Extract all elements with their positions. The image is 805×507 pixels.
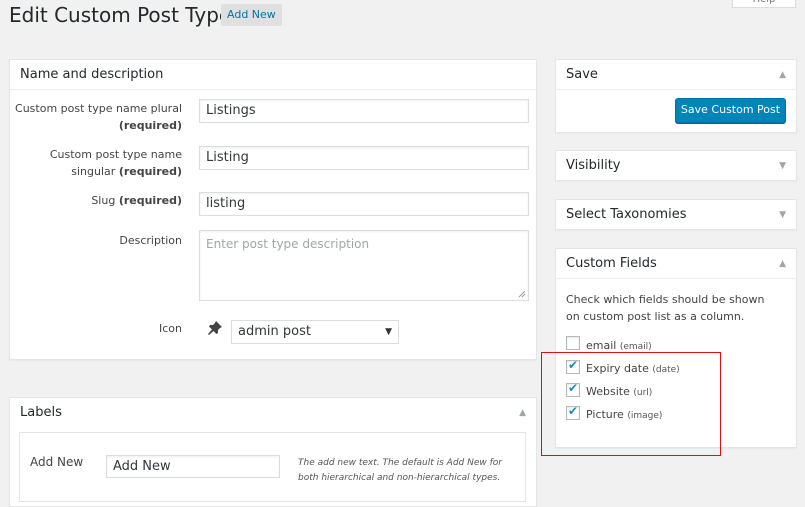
description-placeholder: Enter post type description <box>206 237 370 251</box>
slug-label: Slug (required) <box>91 194 182 207</box>
description-textarea[interactable]: Enter post type description <box>199 230 529 301</box>
icon-select[interactable]: admin post ▼ <box>231 320 399 344</box>
add-new-label: Add New <box>30 455 84 469</box>
dropdown-caret-icon: ▼ <box>385 327 392 337</box>
slug-input[interactable]: listing <box>199 192 529 216</box>
save-custom-post-button[interactable]: Save Custom Post <box>675 98 786 123</box>
name-description-heading: Name and description <box>10 60 536 90</box>
collapse-up-icon[interactable]: ▲ <box>779 60 786 90</box>
collapse-up-icon[interactable]: ▲ <box>779 249 786 279</box>
expand-down-icon[interactable]: ▼ <box>779 151 786 181</box>
plural-name-input[interactable]: Listings <box>199 99 529 123</box>
add-new-hint: The add new text. The default is Add New… <box>298 458 502 483</box>
singular-name-label: Custom post type name singular (required… <box>49 148 182 178</box>
email-checkbox[interactable] <box>566 336 580 350</box>
taxonomies-box[interactable]: Select Taxonomies ▼ <box>555 199 797 230</box>
add-new-button[interactable]: Add New <box>221 4 282 26</box>
visibility-heading[interactable]: Visibility ▼ <box>556 151 796 181</box>
page-title: Edit Custom Post Type <box>9 3 232 27</box>
help-tab[interactable]: Help <box>732 0 796 8</box>
icon-label: Icon <box>159 322 182 335</box>
singular-name-input[interactable]: Listing <box>199 146 529 170</box>
description-label: Description <box>119 234 182 247</box>
labels-heading: Labels ▲ <box>10 398 536 428</box>
expand-down-icon[interactable]: ▼ <box>779 200 786 230</box>
save-heading: Save ▲ <box>556 60 796 90</box>
custom-fields-heading: Custom Fields ▲ <box>556 249 796 279</box>
add-new-input[interactable]: Add New <box>106 455 280 478</box>
pushpin-icon <box>208 321 222 335</box>
plural-name-label: Custom post type name plural (required) <box>15 102 182 132</box>
visibility-box[interactable]: Visibility ▼ <box>555 150 797 181</box>
collapse-up-icon[interactable]: ▲ <box>519 398 526 428</box>
email-field-label: email (email) <box>586 339 652 352</box>
highlight-annotation-box <box>541 352 721 456</box>
taxonomies-heading[interactable]: Select Taxonomies ▼ <box>556 200 796 230</box>
custom-fields-intro: Check which fields should be shown on cu… <box>566 293 765 323</box>
resize-grip-icon[interactable] <box>518 290 526 298</box>
